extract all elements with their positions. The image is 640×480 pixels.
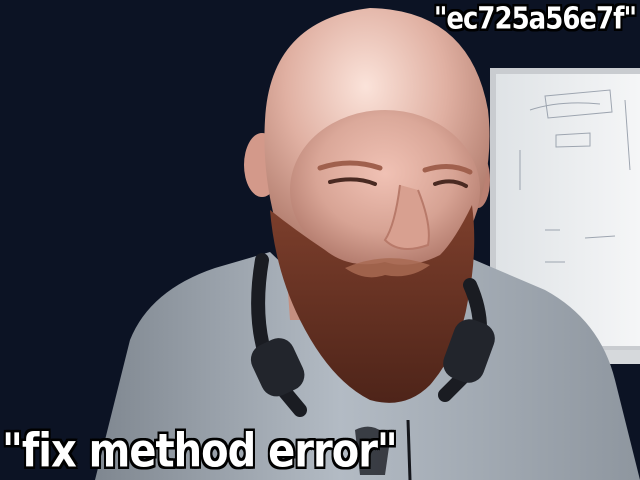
commit-message-caption: "fix method error": [2, 425, 398, 478]
commit-hash-caption: "ec725a56e7f": [433, 2, 637, 37]
webcam-frame: "ec725a56e7f" "fix method error": [0, 0, 640, 480]
webcam-photo: [0, 0, 640, 480]
